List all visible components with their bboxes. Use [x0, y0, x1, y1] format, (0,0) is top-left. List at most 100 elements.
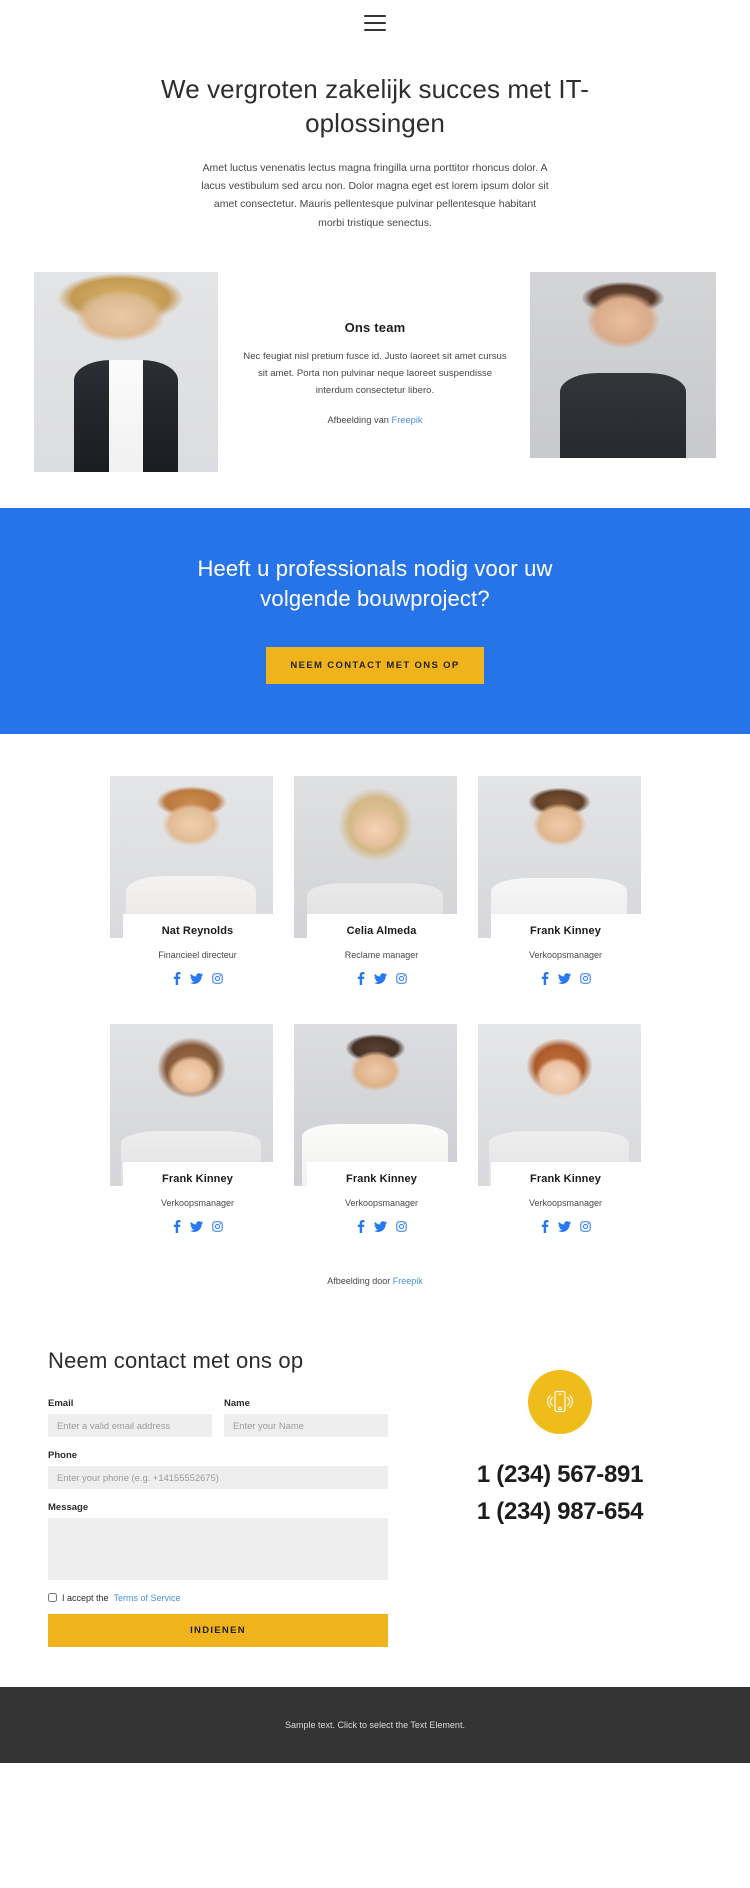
- member-role: Verkoopsmanager: [528, 1197, 603, 1208]
- page-title: We vergroten zakelijk succes met IT-oplo…: [161, 74, 589, 139]
- team-intro-body: Nec feugiat nisl pretium fusce id. Justo…: [243, 351, 507, 397]
- name-input[interactable]: [224, 1413, 388, 1437]
- email-label: Email: [48, 1397, 74, 1409]
- twitter-icon[interactable]: [189, 973, 203, 984]
- team-intro-credit: Afbeelding van Freepik: [240, 415, 510, 425]
- team-intro-heading: Ons team: [344, 320, 406, 336]
- accept-prefix: I accept the: [62, 1592, 109, 1603]
- member-socials: [127, 971, 269, 985]
- facebook-icon[interactable]: [541, 971, 549, 985]
- instagram-icon[interactable]: [395, 1221, 407, 1232]
- member-name: Frank Kinney: [530, 924, 601, 937]
- member-info-plate: Frank Kinney Verkoopsmanager: [306, 1161, 457, 1236]
- team-intro-photo-right: [530, 272, 716, 459]
- phone-field-group: Phone: [48, 1450, 388, 1489]
- blonde-businesswoman-photo: [34, 272, 218, 473]
- credit-prefix: Afbeelding door: [327, 1275, 393, 1286]
- field-row: Email Name: [48, 1398, 388, 1450]
- site-footer: Sample text. Click to select the Text El…: [0, 1686, 750, 1763]
- contact-form: Neem contact met ons op Email Name Phone…: [48, 1348, 388, 1647]
- team-member-card[interactable]: Frank Kinney Verkoopsmanager: [477, 1023, 641, 1236]
- member-role: Verkoopsmanager: [344, 1197, 419, 1208]
- team-intro-text: Ons team Nec feugiat nisl pretium fusce …: [240, 320, 510, 425]
- team-member-card[interactable]: Frank Kinney Verkoopsmanager: [293, 1023, 457, 1236]
- message-field-group: Message: [48, 1502, 388, 1580]
- freepik-link[interactable]: Freepik: [393, 1276, 423, 1286]
- member-socials: [311, 1219, 453, 1233]
- hero-section: We vergroten zakelijk succes met IT-oplo…: [0, 46, 750, 246]
- page-root: We vergroten zakelijk succes met IT-oplo…: [0, 0, 750, 1888]
- phone-number-secondary[interactable]: 1 (234) 987-654: [477, 1493, 644, 1530]
- instagram-icon[interactable]: [211, 973, 223, 984]
- twitter-icon[interactable]: [373, 973, 387, 984]
- phone-number-primary[interactable]: 1 (234) 567-891: [477, 1456, 644, 1493]
- terms-checkbox[interactable]: [48, 1593, 57, 1603]
- member-info-plate: Celia Almeda Reclame manager: [306, 913, 457, 988]
- facebook-icon[interactable]: [173, 1219, 181, 1233]
- member-role: Verkoopsmanager: [528, 949, 603, 960]
- team-member-card[interactable]: Frank Kinney Verkoopsmanager: [109, 1023, 273, 1236]
- young-man-black-shirt-photo: [530, 272, 716, 459]
- twitter-icon[interactable]: [373, 1221, 387, 1232]
- team-grid-section: Nat Reynolds Financieel directeur Celia …: [0, 734, 750, 1296]
- twitter-icon[interactable]: [189, 1221, 203, 1232]
- member-info-plate: Frank Kinney Verkoopsmanager: [122, 1161, 273, 1236]
- email-input[interactable]: [48, 1413, 212, 1437]
- contact-phone-block: 1 (234) 567-891 1 (234) 987-654: [418, 1348, 702, 1647]
- site-header: [0, 0, 750, 46]
- message-textarea[interactable]: [48, 1517, 388, 1580]
- member-info-plate: Nat Reynolds Financieel directeur: [122, 913, 273, 988]
- team-member-card[interactable]: Frank Kinney Verkoopsmanager: [477, 775, 641, 988]
- team-member-card[interactable]: Nat Reynolds Financieel directeur: [109, 775, 273, 988]
- burger-line: [364, 22, 386, 24]
- team-intro-photo-left: [34, 272, 218, 473]
- instagram-icon[interactable]: [211, 1221, 223, 1232]
- email-field-group: Email: [48, 1398, 212, 1437]
- contact-us-button[interactable]: NEEM CONTACT MET ONS OP: [266, 646, 484, 684]
- phone-label: Phone: [48, 1449, 78, 1461]
- burger-line: [364, 29, 386, 31]
- member-name: Nat Reynolds: [161, 924, 234, 937]
- cta-heading: Heeft u professionals nodig voor uw volg…: [197, 556, 553, 612]
- facebook-icon[interactable]: [541, 1219, 549, 1233]
- hero-description: Amet luctus venenatis lectus magna fring…: [201, 161, 549, 229]
- instagram-icon[interactable]: [395, 973, 407, 984]
- twitter-icon[interactable]: [557, 973, 571, 984]
- member-name: Frank Kinney: [530, 1172, 601, 1185]
- member-name: Frank Kinney: [346, 1172, 417, 1185]
- submit-button[interactable]: INDIENEN: [48, 1613, 388, 1647]
- team-grid-credit: Afbeelding door Freepik: [0, 1272, 750, 1286]
- member-role: Verkoopsmanager: [160, 1197, 235, 1208]
- credit-prefix: Afbeelding van: [327, 415, 392, 426]
- mobile-phone-ringing-icon: [528, 1369, 592, 1434]
- member-socials: [495, 1219, 637, 1233]
- member-name: Frank Kinney: [162, 1172, 233, 1185]
- member-role: Reclame manager: [344, 949, 419, 960]
- facebook-icon[interactable]: [173, 971, 181, 985]
- terms-of-service-link[interactable]: Terms of Service: [114, 1593, 181, 1603]
- freepik-link[interactable]: Freepik: [392, 415, 423, 425]
- team-member-card[interactable]: Celia Almeda Reclame manager: [293, 775, 457, 988]
- phone-input[interactable]: [48, 1465, 388, 1489]
- instagram-icon[interactable]: [579, 973, 591, 984]
- message-label: Message: [48, 1501, 89, 1513]
- member-info-plate: Frank Kinney Verkoopsmanager: [490, 913, 641, 988]
- facebook-icon[interactable]: [357, 971, 365, 985]
- member-role: Financieel directeur: [158, 949, 237, 960]
- terms-accept-row[interactable]: I accept the Terms of Service: [48, 1593, 388, 1603]
- name-field-group: Name: [224, 1398, 388, 1437]
- contact-heading: Neem contact met ons op: [48, 1347, 304, 1373]
- hamburger-menu-icon[interactable]: [364, 15, 386, 31]
- member-socials: [311, 971, 453, 985]
- instagram-icon[interactable]: [579, 1221, 591, 1232]
- team-row: Nat Reynolds Financieel directeur Celia …: [0, 775, 750, 988]
- team-row: Frank Kinney Verkoopsmanager Frank Kinne…: [0, 1023, 750, 1236]
- member-info-plate: Frank Kinney Verkoopsmanager: [490, 1161, 641, 1236]
- member-socials: [127, 1219, 269, 1233]
- facebook-icon[interactable]: [357, 1219, 365, 1233]
- twitter-icon[interactable]: [557, 1221, 571, 1232]
- cta-section: Heeft u professionals nodig voor uw volg…: [0, 508, 750, 734]
- footer-text: Sample text. Click to select the Text El…: [285, 1719, 465, 1730]
- team-intro-section: Ons team Nec feugiat nisl pretium fusce …: [0, 272, 750, 490]
- name-label: Name: [224, 1397, 250, 1409]
